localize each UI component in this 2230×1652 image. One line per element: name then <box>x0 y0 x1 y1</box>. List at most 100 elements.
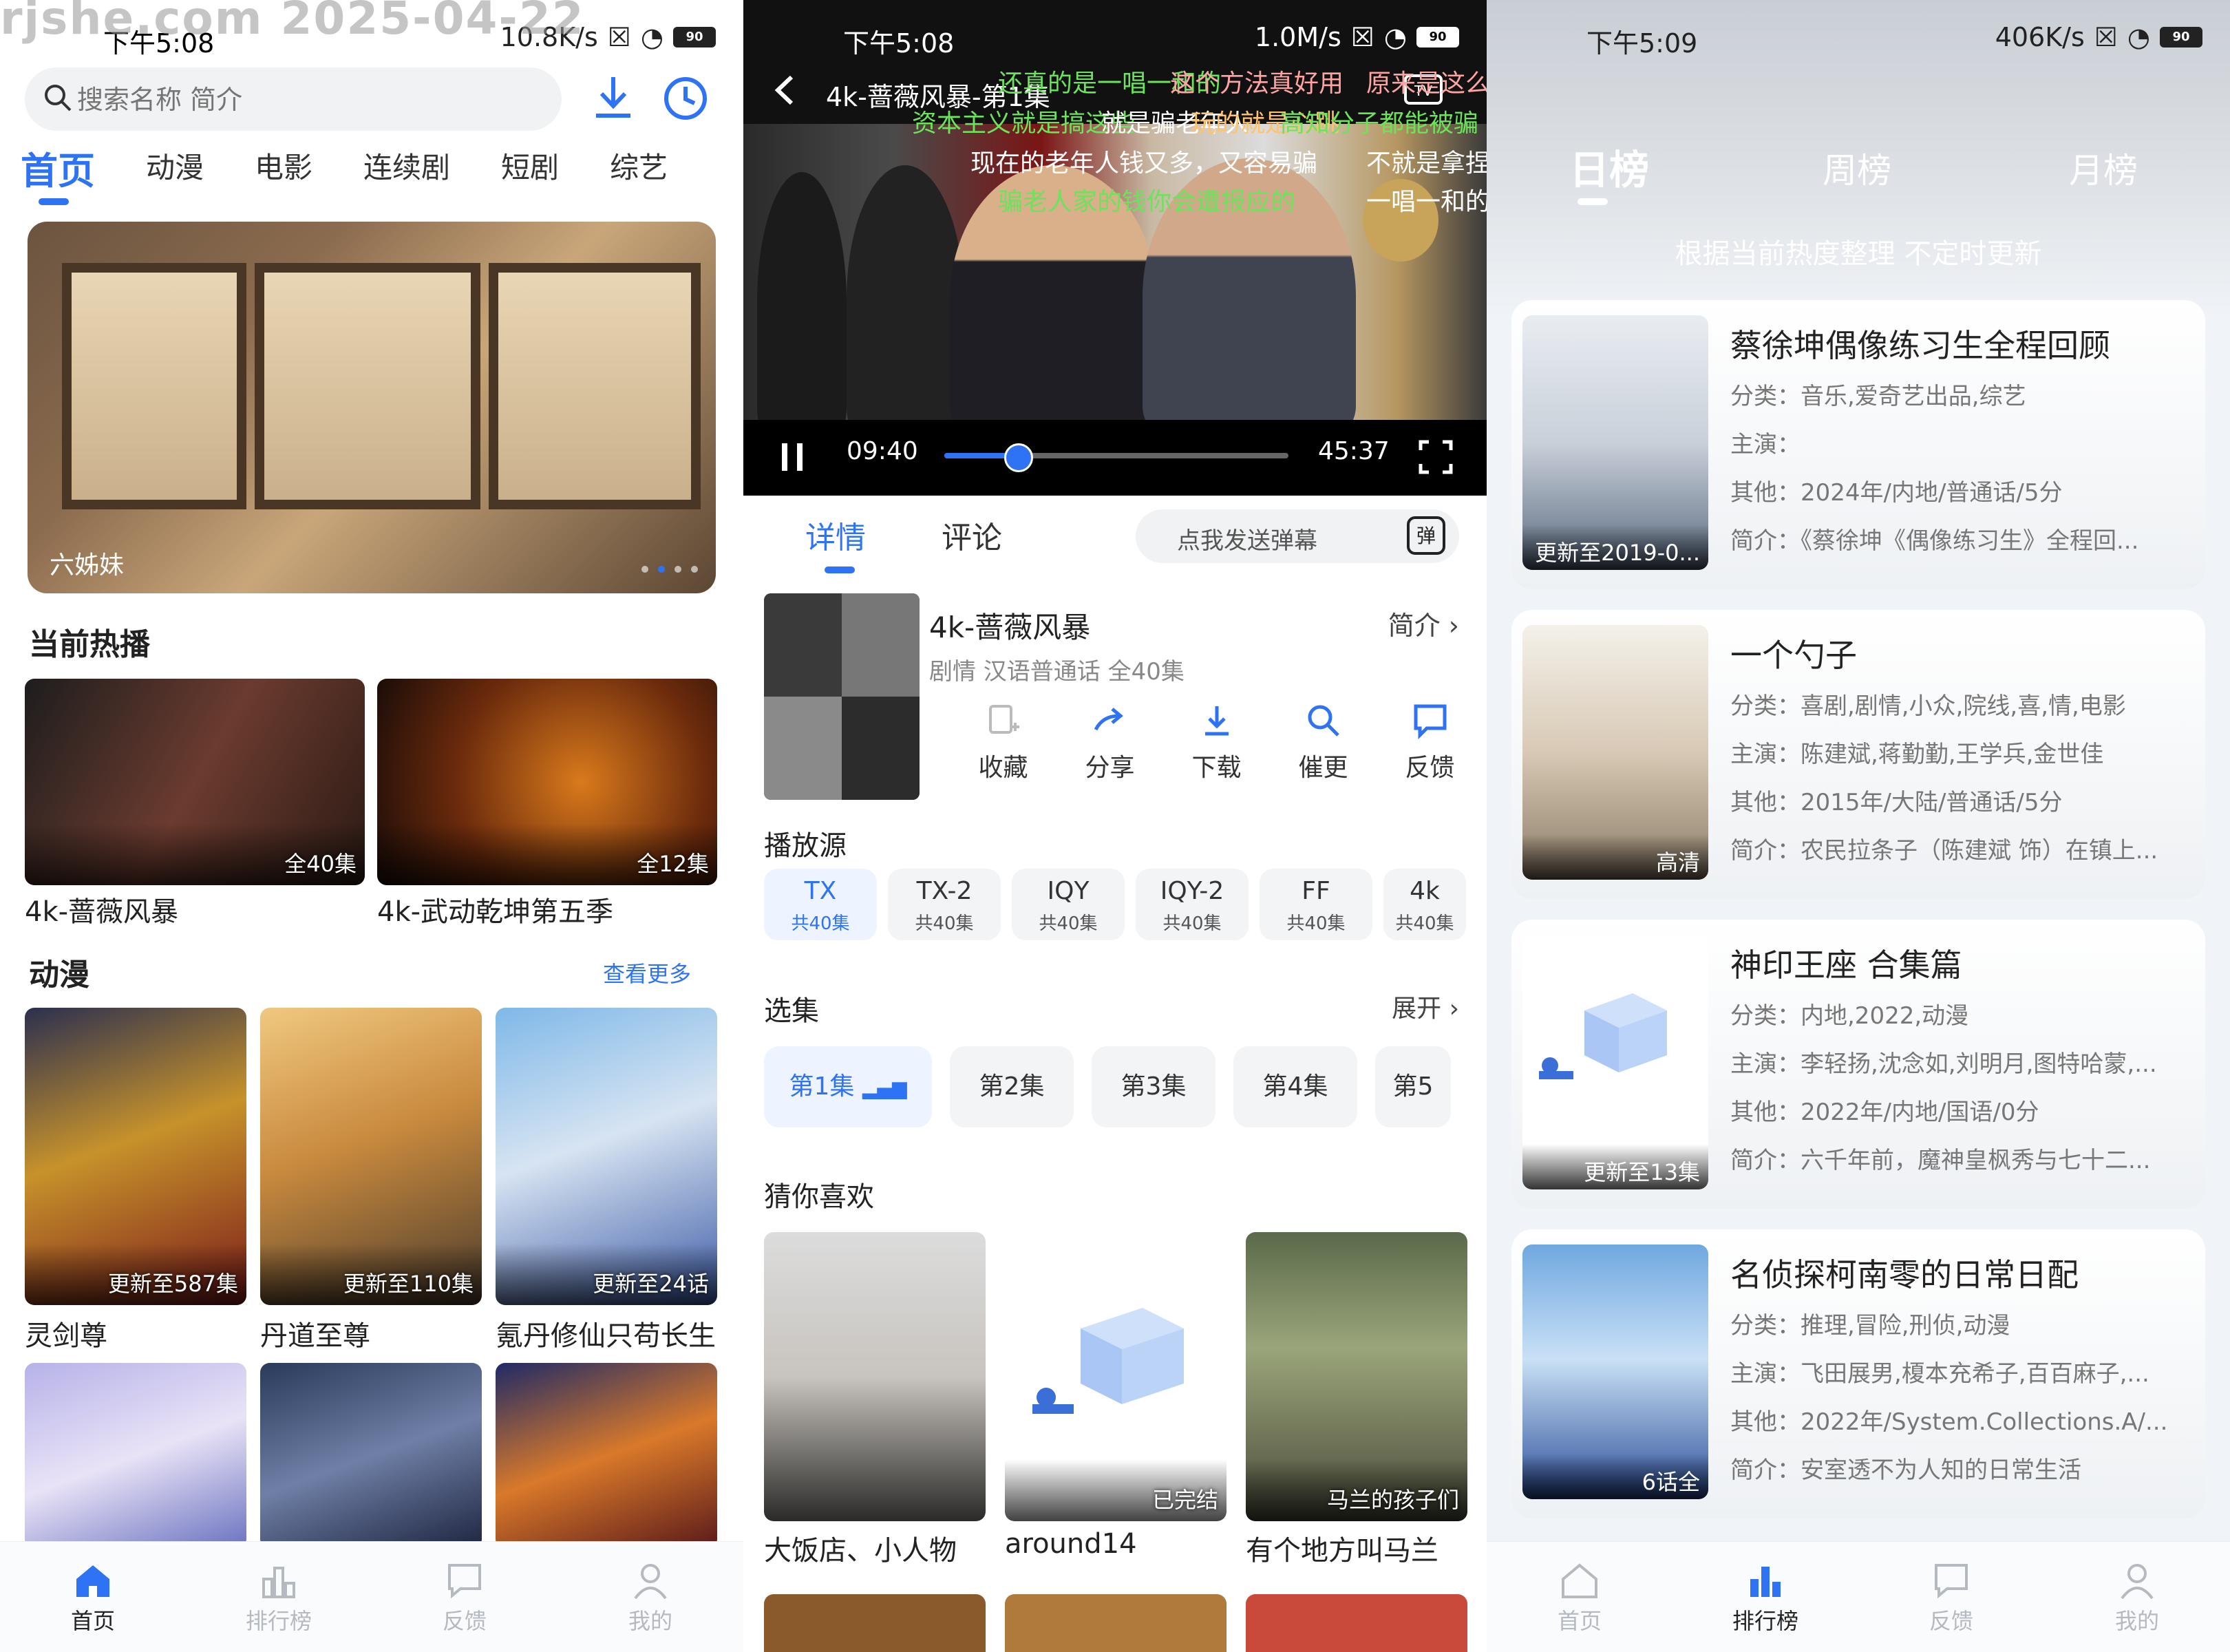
recommend-card[interactable] <box>764 1594 986 1652</box>
show-meta: 剧情 汉语普通话 全40集 <box>929 658 1185 686</box>
anime-card-title[interactable]: 氪丹修仙只苟长生 <box>496 1313 716 1353</box>
anime-card-title[interactable]: 灵剑尊 <box>25 1313 107 1353</box>
nav-feedback[interactable]: 反馈 <box>1858 1542 2044 1652</box>
episode-button[interactable]: 第4集 <box>1233 1046 1357 1127</box>
danmaku-input[interactable]: 点我发送弹幕 弹 <box>1136 509 1459 563</box>
current-time: 09:40 <box>847 437 918 465</box>
ranking-item[interactable]: 6话全 名侦探柯南零的日常日配 分类：推理,冒险,刑侦,动漫 主演：飞田展男,榎… <box>1511 1229 2205 1518</box>
recommend-card-title[interactable]: 有个地方叫马兰 <box>1246 1528 1438 1568</box>
carousel-dots <box>641 566 698 573</box>
item-title: 名侦探柯南零的日常日配 <box>1730 1256 2079 1293</box>
hot-card[interactable]: 全12集 <box>377 679 717 885</box>
hot-card-title[interactable]: 4k-武动乾坤第五季 <box>377 889 613 929</box>
episode-button[interactable]: 第2集 <box>950 1046 1074 1127</box>
source-tab[interactable]: TX-2 共40集 <box>888 869 1001 940</box>
tab-weekly[interactable]: 周榜 <box>1823 143 1891 193</box>
banner-carousel[interactable]: 六姊妹 <box>28 222 716 593</box>
pause-icon[interactable] <box>779 441 807 476</box>
episode-button[interactable]: 第1集 ▂▄▆ <box>764 1046 932 1127</box>
banner-caption: 六姊妹 <box>50 551 125 580</box>
video-player[interactable]: 下午5:08 1.0M/s ☒ ◔ 90 4k-蔷薇风暴-第1集 TV 还真的是… <box>743 0 1487 496</box>
item-poster: 6话全 <box>1522 1245 1708 1499</box>
ranking-icon <box>262 1567 295 1598</box>
feedback-button[interactable]: 反馈 <box>1377 702 1483 783</box>
nav-home[interactable]: 首页 <box>1487 1542 1672 1652</box>
favorite-button[interactable]: 收藏 <box>950 702 1056 783</box>
download-icon[interactable] <box>585 70 641 127</box>
recommend-card-title[interactable]: around14 <box>1005 1528 1137 1560</box>
anime-card[interactable]: 更新至587集 <box>25 1008 246 1305</box>
source-tab[interactable]: IQY-2 共40集 <box>1136 869 1249 940</box>
anime-card-title[interactable]: 丹道至尊 <box>260 1313 370 1353</box>
detail-tabs: 详情 评论 <box>805 513 1002 573</box>
episode-list: 第1集 ▂▄▆ 第2集 第3集 第4集 第5 <box>764 1046 1451 1127</box>
source-tab[interactable]: FF 共40集 <box>1260 869 1372 940</box>
tab-variety[interactable]: 综艺 <box>610 145 668 206</box>
episode-button[interactable]: 第5 <box>1375 1046 1451 1127</box>
search-bar[interactable] <box>25 67 562 131</box>
intro-link[interactable]: 简介 › <box>1388 604 1459 642</box>
hot-section-title: 当前热播 <box>29 627 150 662</box>
tab-daily[interactable]: 日榜 <box>1569 138 1649 195</box>
sources-title: 播放源 <box>764 830 847 862</box>
progress-bar[interactable] <box>944 443 1288 472</box>
see-more-link[interactable]: 查看更多 <box>603 957 691 988</box>
episodes-title: 选集 <box>764 995 819 1027</box>
anime-card[interactable]: 更新至110集 <box>260 1008 482 1305</box>
source-tab[interactable]: 4k 共40集 <box>1383 869 1466 940</box>
ranking-item[interactable]: 更新至2019-0... 蔡徐坤偶像练习生全程回顾 分类：音乐,爱奇艺出品,综艺… <box>1511 300 2205 589</box>
urge-update-button[interactable]: 催更 <box>1270 702 1377 783</box>
hot-card-title[interactable]: 4k-蔷薇风暴 <box>25 889 178 929</box>
recommend-card[interactable]: 已完结 <box>1005 1232 1226 1521</box>
tab-anime[interactable]: 动漫 <box>146 145 204 206</box>
search-input[interactable] <box>76 78 546 121</box>
empty-box-icon <box>1539 993 1667 1079</box>
feedback-icon <box>1414 704 1446 739</box>
nav-home[interactable]: 首页 <box>0 1542 186 1652</box>
recommend-card[interactable] <box>1005 1594 1226 1652</box>
recommend-card-title[interactable]: 大饭店、小人物 <box>764 1528 957 1568</box>
item-poster: 更新至2019-0... <box>1522 315 1708 570</box>
recommend-card[interactable] <box>1246 1594 1467 1652</box>
nav-mine[interactable]: 我的 <box>2044 1542 2230 1652</box>
home-screen: 下午5:08 10.8K/s ☒ ◔ 90 rjshe.com 2025-04-… <box>0 0 743 1652</box>
history-icon[interactable] <box>657 70 714 127</box>
tab-comments[interactable]: 评论 <box>942 513 1002 557</box>
anime-card[interactable] <box>25 1363 246 1549</box>
back-icon[interactable] <box>771 73 798 110</box>
source-tab[interactable]: IQY 共40集 <box>1012 869 1125 940</box>
wifi-icon: ◔ <box>640 22 663 52</box>
danmaku-line: 不就是拿捏 <box>1366 149 1487 178</box>
recommend-card[interactable]: 马兰的孩子们 <box>1246 1232 1467 1521</box>
watermark: rjshe.com 2025-04-22 <box>0 0 585 45</box>
danmaku-line: 高知分子都能被骗 <box>1280 109 1479 138</box>
status-bar: 下午5:09 406K/s ☒ ◔ 90 <box>1487 0 2230 76</box>
hot-card[interactable]: 全40集 <box>25 679 365 885</box>
nav-feedback[interactable]: 反馈 <box>372 1542 558 1652</box>
nav-ranking[interactable]: 排行榜 <box>1672 1542 1858 1652</box>
tab-details[interactable]: 详情 <box>805 513 866 573</box>
ranking-item[interactable]: 更新至13集 神印王座 合集篇 分类：内地,2022,动漫 主演：李轻扬,沈念如… <box>1511 920 2205 1209</box>
danmaku-line: 原来是这么 <box>1366 70 1487 98</box>
progress-knob[interactable] <box>1004 443 1033 472</box>
download-button[interactable]: 下载 <box>1163 702 1270 783</box>
anime-card[interactable] <box>496 1363 717 1549</box>
tab-home[interactable]: 首页 <box>21 140 95 205</box>
fullscreen-icon[interactable] <box>1418 439 1454 478</box>
nav-mine[interactable]: 我的 <box>558 1542 743 1652</box>
anime-card[interactable]: 更新至24话 <box>496 1008 717 1305</box>
anime-card[interactable] <box>260 1363 482 1549</box>
expand-link[interactable]: 展开 › <box>1392 988 1459 1024</box>
source-tab[interactable]: TX 共40集 <box>764 869 877 940</box>
tab-monthly[interactable]: 月榜 <box>2069 143 2138 193</box>
search-icon <box>1308 705 1339 737</box>
episode-button[interactable]: 第3集 <box>1092 1046 1215 1127</box>
ranking-item[interactable]: 高清 一个勺子 分类：喜剧,剧情,小众,院线,喜,情,电影 主演：陈建斌,蒋勤勤… <box>1511 610 2205 899</box>
nav-ranking[interactable]: 排行榜 <box>186 1542 372 1652</box>
tab-short[interactable]: 短剧 <box>501 145 559 206</box>
share-button[interactable]: 分享 <box>1056 702 1163 783</box>
tab-series[interactable]: 连续剧 <box>363 145 450 206</box>
recommend-card[interactable] <box>764 1232 986 1521</box>
tab-movie[interactable]: 电影 <box>255 145 312 206</box>
danmaku-icon[interactable]: 弹 <box>1407 516 1445 555</box>
